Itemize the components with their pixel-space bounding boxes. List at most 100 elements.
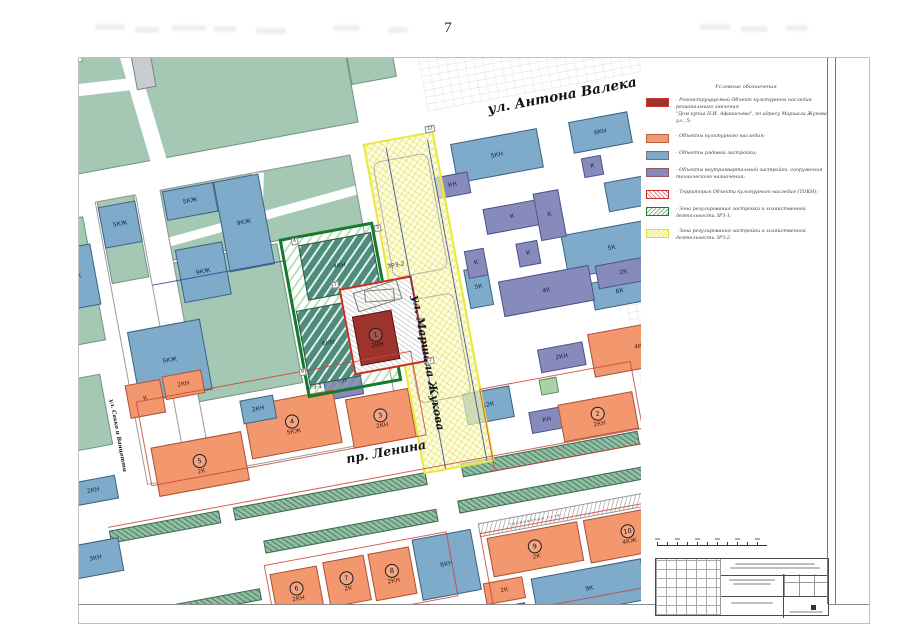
building-label: К: [510, 214, 515, 221]
building-label: 9КЖ: [236, 219, 251, 228]
legend-item-regulation-zone-2: - Зона регулирования застройки и хозяйст…: [646, 229, 828, 243]
building-label: 5К: [474, 284, 483, 291]
scan-smudge: [334, 25, 360, 31]
scale-tick: [667, 542, 668, 546]
scale-tick: [707, 542, 708, 546]
digit: 1: [331, 281, 339, 290]
scale-tick: [727, 542, 728, 546]
building-label: 3КН: [89, 555, 102, 563]
legend-swatch-reconstructed-heritage-object: [646, 98, 669, 107]
shed: [364, 288, 395, 302]
scan-smudge: [256, 28, 286, 34]
stamp-sheet-title: [721, 574, 828, 597]
scale-tick: [687, 542, 688, 546]
scan-smudge: [741, 26, 767, 32]
legend-swatch-ordinary-buildings: [646, 151, 669, 160]
building-label: 4КН: [333, 262, 346, 270]
legend-item-regulation-zone-1: - Зона регулирования застройки и хозяйст…: [646, 207, 828, 221]
bldg-blue: 5КЖ: [98, 200, 143, 248]
building-label: К: [590, 163, 595, 170]
scan-smudge: [172, 25, 206, 31]
scan-smudge: [388, 27, 408, 33]
legend-item-heritage-objects: - Объекты культурного наследия;: [646, 134, 828, 143]
bldg-slate: 4К: [498, 265, 595, 317]
bldg-slate: К: [581, 155, 604, 178]
strip: [233, 472, 428, 521]
building-label: 2КН: [87, 487, 100, 495]
building-label: 2КН: [555, 353, 568, 361]
bldg-slate: К: [533, 189, 567, 241]
legend-item-reconstructed-heritage-object: - Реконструируемый Объект культурного на…: [646, 98, 828, 126]
building-label: 5К: [607, 245, 616, 252]
building-label: К: [526, 250, 531, 257]
legend-swatch-intra-block-buildings: [646, 168, 669, 177]
building-label: КН: [448, 182, 458, 189]
scale-bar-line: [657, 545, 767, 546]
bldg-blue: 3КН: [78, 537, 124, 580]
legend-panel: Условные обозначения - Реконструируемый …: [641, 58, 869, 604]
scan-smudge: [700, 24, 730, 30]
digit: 9: [299, 368, 307, 377]
title-block-stamp: [655, 558, 829, 616]
digit: 3: [374, 224, 382, 233]
scale-tick: [697, 542, 698, 546]
map-sheet: 5КЖ5КЖ9КЖ9КЖ5КЖ5КЖ5КН6КН5К6К5К12К6КН3КН2…: [78, 57, 870, 624]
building-label: 6КН: [322, 340, 335, 348]
stamp-org-row: [721, 597, 828, 615]
legend-item-text: - Реконструируемый Объект культурного на…: [676, 98, 828, 126]
park: [342, 57, 397, 85]
scale-tick: [737, 542, 738, 546]
scan-smudge: [135, 27, 159, 33]
outer-frame-line: [835, 58, 836, 604]
building-label: 5КЖ: [182, 197, 197, 206]
stamp-drawing-name: [721, 574, 784, 599]
stamp-stage-cells: [784, 574, 828, 596]
stamp-info: [721, 559, 828, 615]
bldg-slate: К: [464, 248, 489, 279]
digit: 4: [291, 237, 299, 246]
bldg-slate: 2КН: [537, 341, 587, 373]
legend-swatch-heritage-objects: [646, 134, 669, 143]
scale-tick: [757, 542, 758, 546]
legend-swatch-regulation-zone-1: [646, 207, 669, 216]
bldg-slate: К: [515, 240, 541, 268]
building-label: 2КН: [177, 381, 190, 389]
building-label: 4К: [542, 287, 551, 294]
legend-swatch-heritage-territory: [646, 190, 669, 199]
bldg-blue: 5КЖ: [78, 243, 101, 312]
legend-item-text: - Объекты культурного наследия;: [676, 134, 765, 141]
legend-swatch-regulation-zone-2: [646, 229, 669, 238]
scale-tick-label: [715, 538, 720, 540]
legend-item-text: - Территория Объекта культурного наследи…: [676, 190, 818, 197]
bldg-blue: 6КН: [568, 111, 633, 153]
legend-title: Условные обозначения: [681, 84, 811, 90]
logo-mark: [811, 605, 816, 610]
scan-smudge: [214, 26, 236, 32]
building-label: 6К: [615, 288, 624, 295]
stamp-org-name: [721, 597, 784, 618]
scan-smudge: [95, 24, 125, 30]
scale-tick-label: [675, 538, 680, 540]
bldg-slate: К: [483, 199, 543, 235]
stamp-logo-cell: [784, 597, 828, 615]
building-label: К: [547, 212, 552, 219]
scale-tick-label: [735, 538, 740, 540]
legend-item-text: - Зона регулирования застройки и хозяйст…: [676, 229, 828, 243]
line-red: [479, 361, 646, 472]
bldg-blue: 2КН: [78, 475, 119, 507]
building-label: 5КЖ: [162, 357, 177, 366]
legend-item-heritage-territory: - Территория Объекта культурного наследи…: [646, 190, 828, 199]
building-label: 2КН: [371, 341, 384, 349]
scale-tick: [717, 542, 718, 546]
stamp-revision-grid: [656, 559, 721, 615]
page-number: 7: [436, 20, 460, 37]
scale-tick: [677, 542, 678, 546]
building-label: 6КН: [594, 128, 607, 136]
building-label: 5КЖ: [78, 274, 82, 283]
scale-tick-label: [695, 538, 700, 540]
digit: 2: [427, 357, 435, 366]
scanned-document-page: 7 5КЖ5КЖ9КЖ9КЖ5КЖ5КЖ5КН6КН5К6К5К12К6КН3К…: [0, 0, 905, 640]
legend-item-text: - Зона регулирования застройки и хозяйст…: [676, 207, 828, 221]
legend-item-text: - Объекты рядовой застройки;: [676, 151, 757, 158]
building-label: 2К: [619, 269, 628, 276]
